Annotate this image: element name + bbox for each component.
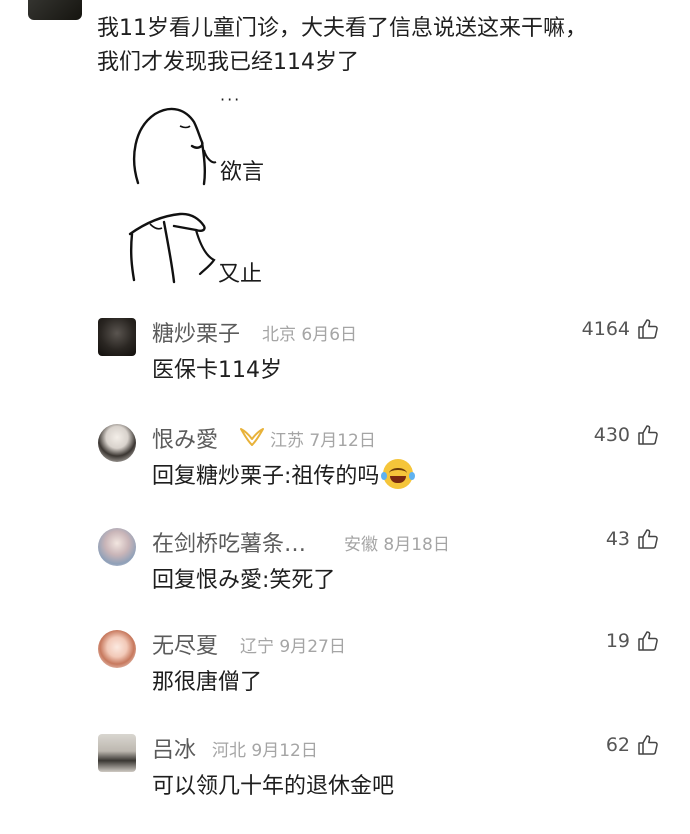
comment-meta: 河北 9月12日 [212, 741, 318, 761]
comment-meta: 北京 6月6日 [262, 325, 358, 345]
comment-text: 回复恨み愛:笑死了 [152, 568, 336, 593]
comment-author[interactable]: 无尽夏 [152, 628, 218, 660]
comment-item: 恨み愛 江苏 7月12日 430 回复糖炒栗子:祖传的吗 [0, 424, 690, 524]
post-text-line-1: 我11岁看儿童门诊，大夫看了信息说送这来干嘛， [97, 16, 587, 41]
comment-item: 无尽夏 辽宁 9月27日 19 那很唐僧了 [0, 630, 690, 730]
comment-text: 那很唐僧了 [152, 670, 263, 695]
sticker-caption-yuyan: 欲言 [220, 160, 265, 185]
comment-item: 糖炒栗子 北京 6月6日 4164 医保卡114岁 [0, 318, 690, 418]
comment-meta: 辽宁 9月27日 [240, 637, 346, 657]
doodle-character-icon [128, 212, 216, 284]
laugh-cry-emoji-icon [381, 459, 416, 489]
comment-author[interactable]: 吕冰 [152, 732, 196, 764]
comment-author[interactable]: 在剑桥吃薯条… [152, 526, 306, 558]
like-count: 430 [593, 424, 630, 446]
post-text: 我11岁看儿童门诊，大夫看了信息说送这来干嘛， 我们才发现我已经114岁了 [97, 12, 677, 80]
thumbs-up-icon[interactable] [636, 527, 660, 551]
comment-text: 医保卡114岁 [152, 358, 282, 383]
like-count: 62 [605, 734, 630, 756]
user-avatar[interactable] [98, 734, 136, 772]
like-count: 43 [605, 528, 630, 550]
like-count: 4164 [581, 318, 630, 340]
comment-item: 在剑桥吃薯条… 安徽 8月18日 43 回复恨み愛:笑死了 [0, 528, 690, 628]
comment-text: 可以领几十年的退休金吧 [152, 774, 395, 799]
user-avatar[interactable] [98, 318, 136, 356]
sticker-caption-youzhi: 又止 [218, 262, 263, 287]
thumbs-up-icon[interactable] [636, 317, 660, 341]
op-avatar[interactable] [28, 0, 82, 20]
comment-author[interactable]: 恨み愛 [152, 422, 218, 454]
user-avatar[interactable] [98, 630, 136, 668]
doodle-character-icon [132, 107, 217, 186]
post-text-line-2: 我们才发现我已经114岁了 [97, 50, 359, 75]
comment-meta: 江苏 7月12日 [270, 431, 376, 451]
user-avatar[interactable] [98, 528, 136, 566]
user-avatar[interactable] [98, 424, 136, 462]
sticker-yuyan: ··· 欲言 [120, 90, 290, 188]
badge-icon [240, 428, 264, 446]
thumbs-up-icon[interactable] [636, 423, 660, 447]
thumbs-up-icon[interactable] [636, 733, 660, 757]
like-count: 19 [605, 630, 630, 652]
comment-item: 吕冰 河北 9月12日 62 可以领几十年的退休金吧 [0, 734, 690, 834]
thumbs-up-icon[interactable] [636, 629, 660, 653]
sticker-youzhi: 又止 [120, 204, 290, 294]
comment-meta: 安徽 8月18日 [344, 535, 450, 555]
comment-author[interactable]: 糖炒栗子 [152, 316, 240, 348]
sticker-dots: ··· [220, 90, 242, 109]
comment-text-content: 回复糖炒栗子:祖传的吗 [152, 464, 380, 489]
comment-text: 回复糖炒栗子:祖传的吗 [152, 458, 416, 490]
